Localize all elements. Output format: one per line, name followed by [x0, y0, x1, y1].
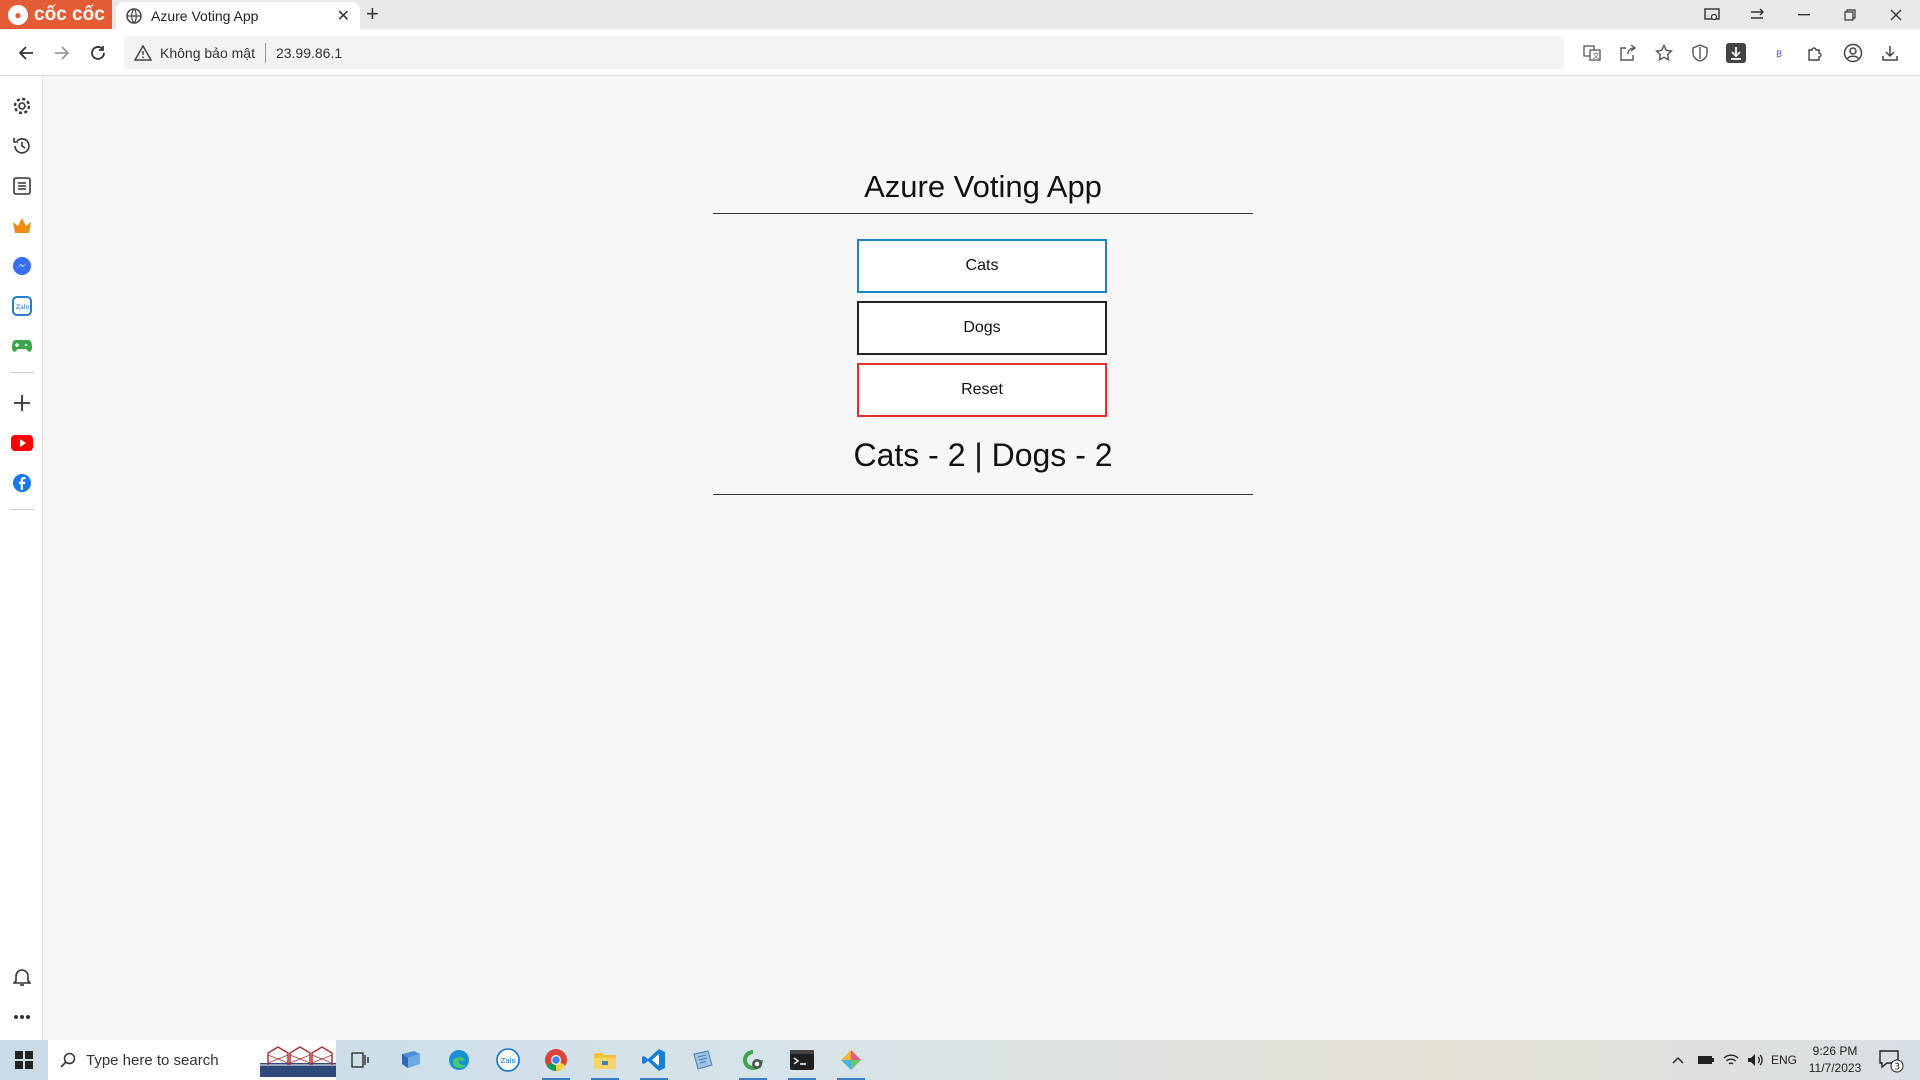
title-divider: [713, 213, 1253, 214]
messenger-icon[interactable]: [9, 253, 35, 279]
show-hidden-icons[interactable]: [1672, 1040, 1684, 1080]
copilot-diamond-icon[interactable]: [833, 1044, 869, 1080]
downloads-icon[interactable]: [1875, 38, 1905, 68]
reset-button[interactable]: Reset: [857, 363, 1107, 417]
coccoc-taskbar-icon[interactable]: [735, 1044, 771, 1080]
svg-text:B: B: [1776, 50, 1782, 60]
sidebar-divider: [10, 372, 34, 373]
sidebar: Zalo: [0, 77, 43, 1040]
svg-text:Zalo: Zalo: [501, 1057, 516, 1065]
youtube-icon[interactable]: [9, 430, 35, 456]
zalo-taskbar-icon[interactable]: Zalo: [490, 1044, 526, 1076]
coccoc-logo-icon: ●: [8, 4, 28, 25]
volume-icon[interactable]: [1747, 1040, 1765, 1080]
page-title: Azure Voting App: [864, 169, 1102, 204]
clock-date: 11/7/2023: [1808, 1061, 1862, 1075]
facebook-icon[interactable]: [9, 470, 35, 496]
search-placeholder: Type here to search: [86, 1051, 219, 1069]
vscode-icon[interactable]: [636, 1044, 672, 1080]
results-divider: [713, 494, 1253, 495]
tab-strip: ● cốc cốc Azure Voting App ✕ +: [0, 0, 1920, 29]
battery-icon[interactable]: [1697, 1040, 1715, 1080]
add-shortcut-icon[interactable]: [9, 390, 35, 416]
new-tab-button[interactable]: +: [366, 1, 379, 27]
notes-app-icon[interactable]: [685, 1044, 721, 1076]
crown-games-icon[interactable]: [9, 213, 35, 239]
translate-icon[interactable]: 文: [1577, 38, 1607, 68]
system-clock[interactable]: 9:26 PM 11/7/2023: [1800, 1043, 1870, 1077]
history-icon[interactable]: [9, 133, 35, 159]
back-button[interactable]: [11, 38, 41, 68]
bookmark-star-icon[interactable]: [1649, 38, 1679, 68]
close-window-button[interactable]: [1874, 0, 1918, 29]
cats-vote-button[interactable]: Cats: [857, 239, 1107, 293]
windows-start-icon[interactable]: [0, 1040, 48, 1080]
tab-close-icon[interactable]: ✕: [337, 6, 350, 26]
globe-icon: [126, 7, 142, 24]
edge-icon[interactable]: [441, 1044, 477, 1076]
search-icon: [60, 1052, 76, 1068]
sidebar-toggle-icon[interactable]: [1736, 0, 1780, 29]
bridge-highlight-icon: [260, 1046, 336, 1077]
savior-download-icon[interactable]: [1721, 38, 1751, 68]
vote-results: Cats - 2 | Dogs - 2: [853, 437, 1113, 473]
coccoc-menu-button[interactable]: ● cốc cốc: [0, 0, 112, 29]
language-indicator[interactable]: ENG: [1771, 1040, 1797, 1080]
tab-search-icon[interactable]: [1690, 0, 1734, 29]
windows-taskbar: Type here to search Zalo ENG 9:26 PM 11/…: [0, 1040, 1920, 1080]
address-bar[interactable]: Không bảo mật 23.99.86.1: [124, 36, 1564, 69]
tab-title: Azure Voting App: [151, 7, 259, 24]
terminal-icon[interactable]: [784, 1044, 820, 1080]
profile-icon[interactable]: [1838, 38, 1868, 68]
reload-button[interactable]: [83, 38, 113, 68]
action-center-icon[interactable]: 3: [1878, 1040, 1904, 1080]
forward-button[interactable]: [47, 38, 77, 68]
dogs-vote-button[interactable]: Dogs: [857, 301, 1107, 355]
clock-time: 9:26 PM: [1812, 1044, 1858, 1058]
minimize-button[interactable]: [1782, 0, 1826, 29]
svg-text:文: 文: [1593, 51, 1600, 60]
sidebar-divider: [10, 509, 34, 510]
url-text[interactable]: 23.99.86.1: [276, 45, 342, 61]
wifi-icon[interactable]: [1723, 1040, 1739, 1080]
zalo-icon[interactable]: Zalo: [9, 293, 35, 319]
task-view-icon[interactable]: [342, 1044, 378, 1076]
brand-name: cốc cốc: [34, 3, 105, 25]
reading-list-icon[interactable]: [9, 173, 35, 199]
more-options-icon[interactable]: [9, 1004, 35, 1030]
file-app-icon[interactable]: [393, 1044, 429, 1076]
notifications-bell-icon[interactable]: [9, 964, 35, 990]
svg-text:Zalo: Zalo: [16, 304, 29, 311]
extensions-puzzle-icon[interactable]: [1800, 38, 1830, 68]
restore-button[interactable]: [1828, 0, 1872, 29]
notification-count: 3: [1894, 1063, 1900, 1073]
settings-gear-icon[interactable]: [9, 93, 35, 119]
taskbar-search-box[interactable]: Type here to search: [48, 1040, 336, 1080]
address-separator: [264, 42, 266, 63]
security-label[interactable]: Không bảo mật: [160, 45, 255, 61]
share-icon[interactable]: [1613, 38, 1643, 68]
navigation-bar: Không bảo mật 23.99.86.1 文 B: [0, 29, 1920, 76]
chrome-icon[interactable]: [538, 1044, 574, 1080]
web-page: Azure Voting App Cats Dogs Reset Cats - …: [44, 77, 1920, 1040]
gamepad-icon[interactable]: [9, 333, 35, 359]
file-explorer-icon[interactable]: [587, 1044, 623, 1080]
warning-icon: [134, 43, 152, 61]
extension-b-icon[interactable]: B: [1765, 38, 1795, 68]
adblock-shield-icon[interactable]: [1685, 38, 1715, 68]
tab-azure-voting-app[interactable]: Azure Voting App ✕: [116, 2, 360, 29]
